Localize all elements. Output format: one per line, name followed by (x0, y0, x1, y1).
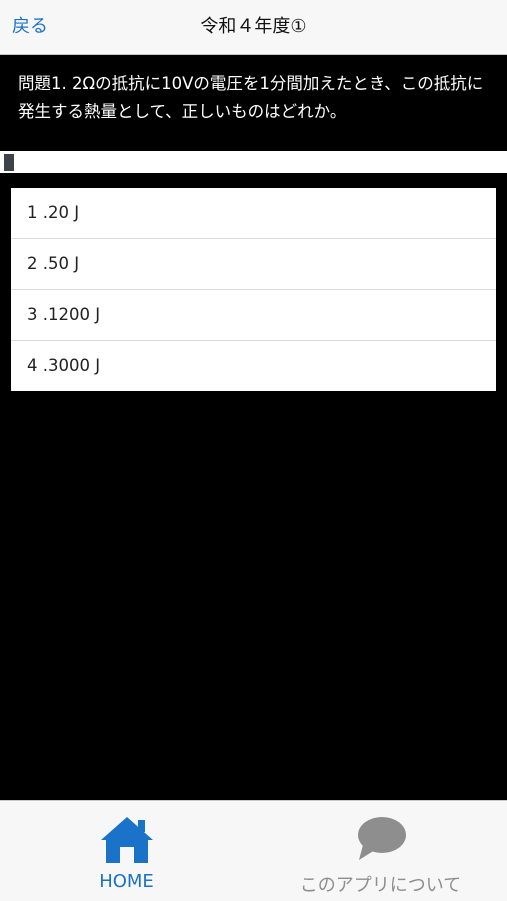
answer-option-3[interactable]: 3 .1200 J (11, 290, 496, 341)
question-text: 問題1. 2Ωの抵抗に10Vの電圧を1分間加えたとき、この抵抗に発生する熱量とし… (18, 74, 484, 121)
progress-bar (0, 151, 507, 173)
answer-option-label: 3 .1200 J (27, 305, 101, 324)
answer-option-2[interactable]: 2 .50 J (11, 239, 496, 290)
home-icon (100, 817, 153, 863)
tab-about[interactable]: このアプリについて (254, 801, 507, 901)
tab-about-label: このアプリについて (299, 875, 462, 896)
answer-options: 1 .20 J 2 .50 J 3 .1200 J 4 .3000 J (11, 188, 496, 391)
answer-option-1[interactable]: 1 .20 J (11, 188, 496, 239)
tab-bar: HOME このアプリについて (0, 800, 507, 901)
tab-home-label: HOME (99, 871, 154, 892)
answer-option-label: 4 .3000 J (27, 356, 101, 375)
speech-bubble-icon (357, 817, 406, 860)
page-title: 令和４年度① (200, 16, 307, 37)
answer-option-label: 2 .50 J (27, 254, 80, 273)
navigation-bar: 戻る 令和４年度① (0, 0, 507, 55)
answer-option-4[interactable]: 4 .3000 J (11, 341, 496, 391)
answer-option-label: 1 .20 J (27, 203, 80, 222)
tab-home[interactable]: HOME (0, 801, 253, 901)
progress-bar-fill (4, 154, 14, 171)
